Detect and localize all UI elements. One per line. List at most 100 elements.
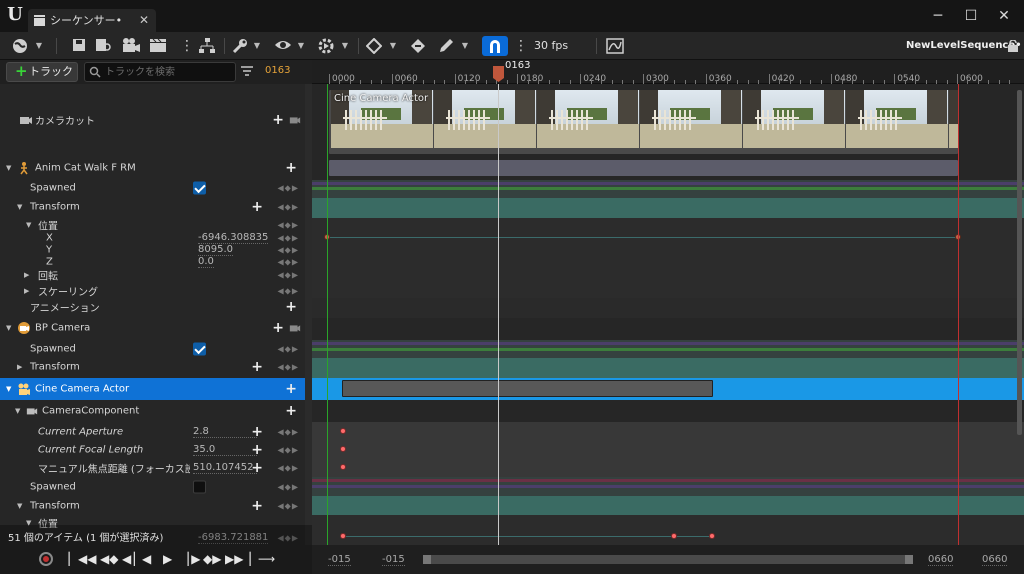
tab-close-icon[interactable]: ✕ [139,9,149,32]
track-current-aperture[interactable]: Current Aperture 2.8 + ◀◆▶ [0,422,305,441]
render-movie-button[interactable] [150,36,168,56]
sequence-name[interactable]: NewLevelSequence• [906,36,1022,56]
track-manual-focus-distance[interactable]: マニュアル焦点距離 (フォーカス設 510.107452 + ◀◆▶ [0,459,305,477]
collapse-arrow-icon[interactable]: ▼ [17,502,22,510]
keyframe-nav-icon[interactable]: ◀◆▶ [278,246,299,255]
add-icon[interactable]: + [251,424,263,440]
focal-length-value-field[interactable]: 35.0 [193,444,257,456]
cine-camera-section[interactable] [342,380,713,397]
save-button[interactable] [72,36,88,56]
anim-cat-section[interactable] [329,160,958,176]
add-track-button[interactable]: + トラック [6,62,78,82]
track-cat-scale[interactable]: ▶ スケーリング ◀◆▶ [0,283,305,299]
lock-icon[interactable] [1008,40,1018,52]
add-icon[interactable]: + [251,460,263,476]
focus-distance-value-field[interactable]: 510.107452 [193,462,257,474]
keyframe[interactable] [340,464,346,470]
playhead-line[interactable] [498,84,499,545]
keyframe[interactable] [709,533,715,539]
add-icon[interactable]: + [285,160,297,176]
track-cat-x[interactable]: X -6946.308835 ◀◆▶ [0,232,305,244]
collapse-arrow-icon[interactable]: ▼ [6,164,11,172]
go-to-start-icon[interactable]: ⎮ [66,551,72,567]
tools-button[interactable]: ▼ [232,36,260,56]
keyframe-nav-icon[interactable]: ◀◆▶ [278,258,299,267]
next-key-icon[interactable]: ◆▶ [203,551,221,567]
keyframe-nav-icon[interactable]: ◀◆▶ [278,427,299,436]
auto-key-button[interactable] [410,36,428,56]
jump-next-icon[interactable]: ▶▶ [225,551,243,567]
keyframe-nav-icon[interactable]: ◀◆▶ [278,184,299,193]
track-cine-camera-actor[interactable]: ▼ Cine Camera Actor + [0,378,305,400]
keyframe-nav-icon[interactable]: ◀◆▶ [278,271,299,280]
playback-start-marker[interactable] [327,84,328,545]
keyframe-nav-icon[interactable]: ◀◆▶ [278,221,299,230]
playback-start-field[interactable]: -015 [382,554,405,566]
step-forward-icon[interactable]: ⎮▶ [185,551,200,567]
track-cat-transform[interactable]: ▼ Transform + ◀◆▶ [0,197,305,217]
track-cat-animation[interactable]: アニメーション + [0,298,305,316]
track-bp-transform[interactable]: ▶ Transform + ◀◆▶ [0,358,305,376]
keyframe-nav-icon[interactable]: ◀◆▶ [278,287,299,296]
add-icon[interactable]: + [272,112,284,128]
track-cat-y[interactable]: Y 8095.0 ◀◆▶ [0,244,305,256]
expand-arrow-icon[interactable]: ▶ [24,271,29,279]
expand-arrow-icon[interactable]: ▶ [17,363,22,371]
view-start-field[interactable]: -015 [328,554,351,566]
snap-button[interactable] [482,36,508,56]
jump-prev-icon[interactable]: ◀◀ [78,551,96,567]
add-icon[interactable]: + [285,381,297,397]
keyframe-nav-icon[interactable]: ◀◆▶ [278,234,299,243]
track-cat-spawned[interactable]: Spawned ◀◆▶ [0,179,305,197]
collapse-arrow-icon[interactable]: ▼ [26,221,31,229]
track-anim-cat[interactable]: ▼ Anim Cat Walk F RM + [0,157,305,179]
snap-options-icon[interactable]: ⋮ [514,36,528,56]
timeline-area[interactable]: Cine Camera Actor [312,84,1024,545]
spawned-checkbox[interactable] [193,342,206,356]
y-value-field[interactable]: 8095.0 [198,244,233,256]
camera-lock-icon[interactable] [289,113,301,127]
keyframe[interactable] [671,533,677,539]
playback-options-button[interactable]: ▼ [318,36,348,56]
more-options-icon[interactable]: ⋮ [180,36,194,56]
view-end-field[interactable]: 0660 [982,554,1008,566]
playback-end-field[interactable]: 0660 [928,554,954,566]
collapse-arrow-icon[interactable]: ▼ [17,203,22,211]
search-input[interactable] [105,64,231,80]
record-button[interactable] [39,552,53,566]
view-options-button[interactable]: ▼ [274,36,304,56]
edit-mode-button[interactable]: ▼ [438,36,468,56]
keyframe-nav-icon[interactable]: ◀◆▶ [278,501,299,510]
x-value-field[interactable]: -6946.308835 [198,232,269,244]
tab-sequencer[interactable]: シーケンサー• ✕ [28,9,156,32]
world-button[interactable]: ▼ [12,36,42,56]
keyframe-nav-icon[interactable]: ◀◆▶ [278,482,299,491]
track-cat-location[interactable]: ▼ 位置 ◀◆▶ [0,217,305,233]
browse-button[interactable] [96,36,112,56]
keyframe[interactable] [340,533,346,539]
add-icon[interactable]: + [251,359,263,375]
add-icon[interactable]: + [285,403,297,419]
add-icon[interactable]: + [285,299,297,315]
go-to-end-icon[interactable]: ⎮ [247,551,253,567]
track-bp-spawned[interactable]: Spawned ◀◆▶ [0,340,305,358]
panel-splitter[interactable] [305,84,312,545]
close-button[interactable]: ✕ [988,4,1020,28]
track-bp-camera[interactable]: ▼ BP Camera + [0,318,305,338]
keyframe[interactable] [340,446,346,452]
maximize-button[interactable]: ☐ [955,4,987,28]
keyframe-nav-icon[interactable]: ◀◆▶ [278,345,299,354]
keyframe[interactable] [340,428,346,434]
playback-end-marker[interactable] [958,84,959,545]
aperture-value-field[interactable]: 2.8 [193,426,257,438]
current-frame-readout[interactable]: 0163 [265,65,290,76]
curve-editor-button[interactable] [606,36,624,56]
add-icon[interactable]: + [251,199,263,215]
spawned-checkbox[interactable] [193,181,206,195]
keyframe-nav-icon[interactable]: ◀◆▶ [278,446,299,455]
track-cine-transform[interactable]: ▼ Transform + ◀◆▶ [0,496,305,515]
track-cat-rotation[interactable]: ▶ 回転 ◀◆▶ [0,267,305,283]
keyframe-nav-icon[interactable]: ◀◆▶ [278,363,299,372]
track-camera-component[interactable]: ▼ CameraComponent + [0,401,305,421]
camera-button[interactable] [122,36,140,56]
